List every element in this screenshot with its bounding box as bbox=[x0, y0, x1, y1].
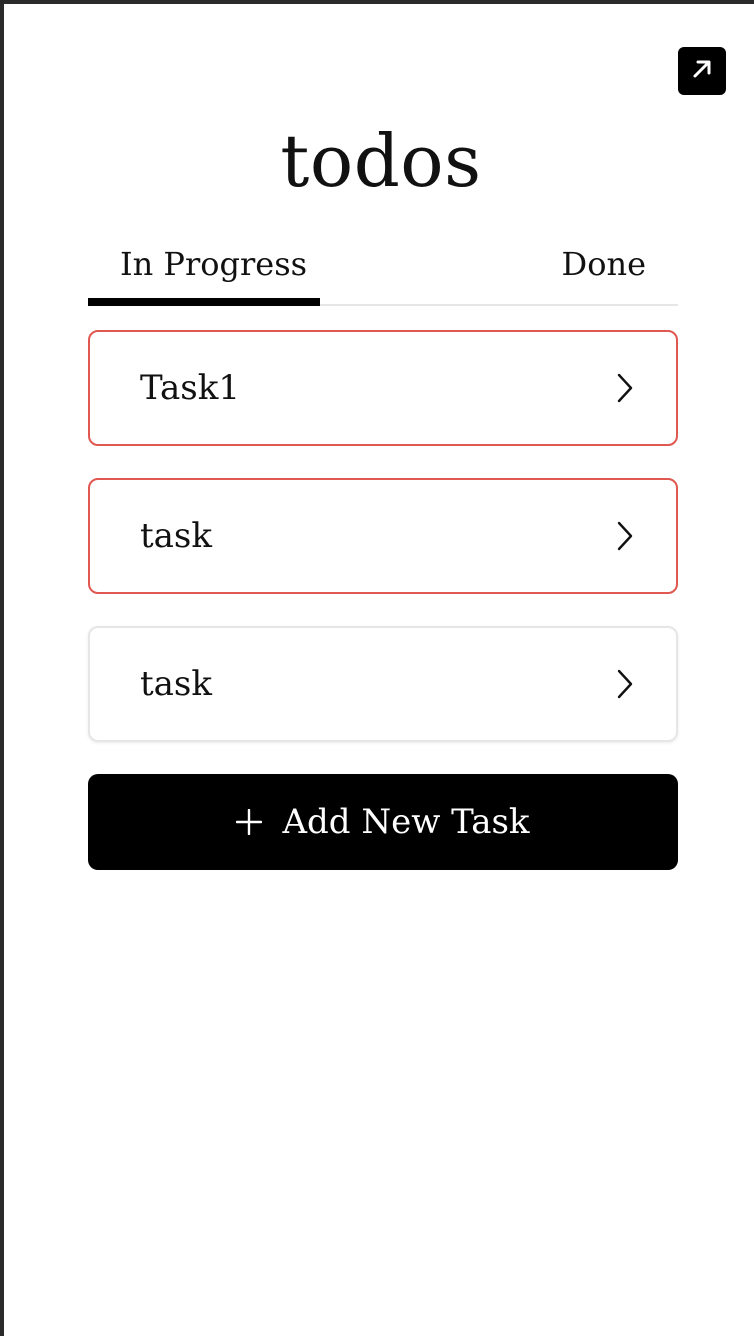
task-item[interactable]: task bbox=[88, 478, 678, 594]
chevron-right-icon bbox=[614, 370, 636, 406]
page-title: todos bbox=[280, 119, 482, 203]
tab-bar: In Progress Done bbox=[88, 236, 678, 306]
task-label: Task1 bbox=[140, 368, 240, 408]
task-label: task bbox=[140, 664, 212, 704]
task-item[interactable]: task bbox=[88, 626, 678, 742]
active-tab-indicator bbox=[88, 298, 320, 306]
chevron-right-icon bbox=[614, 518, 636, 554]
add-new-task-label: Add New Task bbox=[282, 802, 530, 842]
app-frame: todos In Progress Done Task1 task task A… bbox=[0, 0, 754, 1336]
plus-icon bbox=[236, 809, 263, 835]
task-label: task bbox=[140, 516, 212, 556]
expand-button[interactable] bbox=[678, 47, 726, 95]
add-new-task-button[interactable]: Add New Task bbox=[88, 774, 678, 870]
tab-done[interactable]: Done bbox=[562, 242, 646, 286]
tab-in-progress[interactable]: In Progress bbox=[120, 242, 307, 286]
arrow-up-right-icon bbox=[691, 58, 713, 84]
task-list: Task1 task task bbox=[88, 330, 678, 774]
chevron-right-icon bbox=[614, 666, 636, 702]
task-item[interactable]: Task1 bbox=[88, 330, 678, 446]
